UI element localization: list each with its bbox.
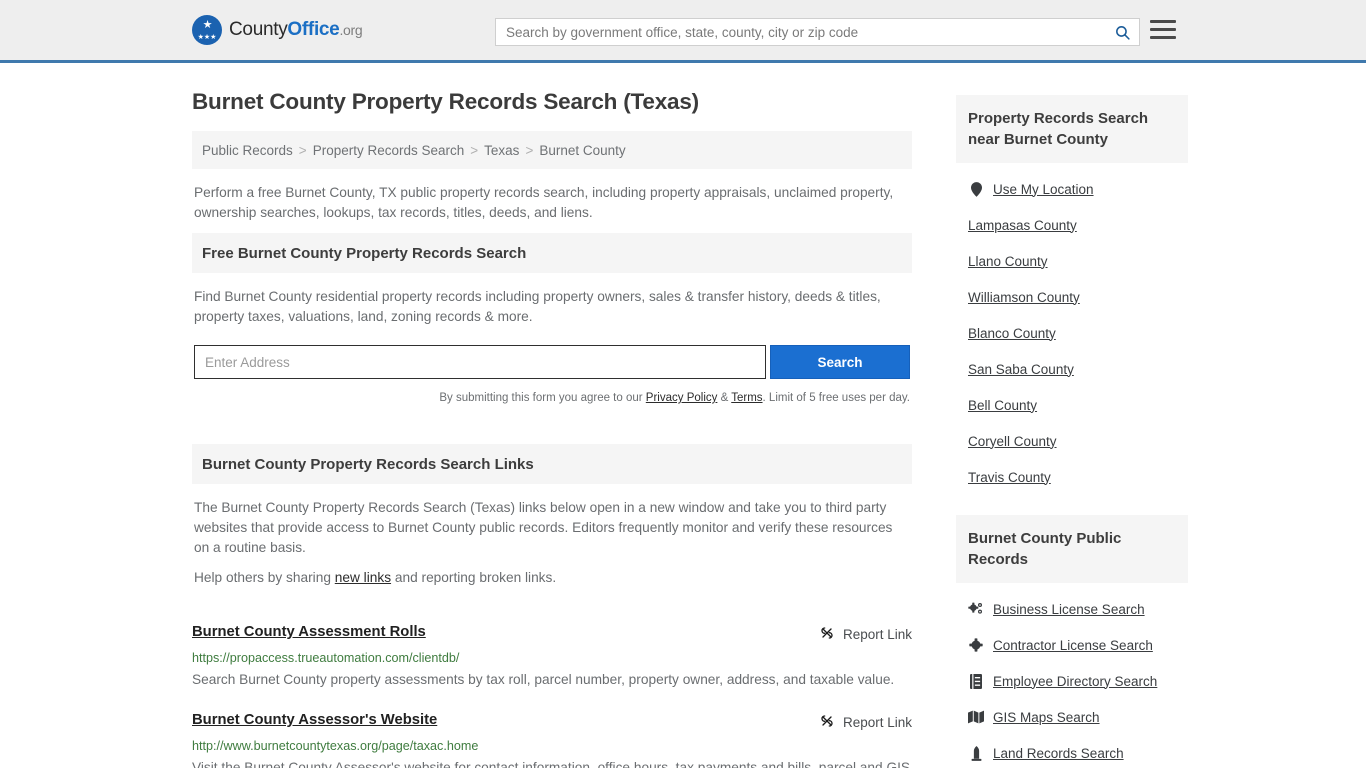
sidebar-link[interactable]: Contractor License Search bbox=[993, 638, 1153, 653]
search-icon[interactable] bbox=[1105, 19, 1139, 45]
global-search-box[interactable] bbox=[495, 18, 1140, 46]
sidebar-nearby-list: Use My Location Lampasas County Llano Co… bbox=[956, 163, 1188, 495]
result-item: Burnet County Assessor's Website Report … bbox=[192, 710, 912, 768]
cogs-icon bbox=[968, 602, 984, 616]
sidebar-link[interactable]: San Saba County bbox=[968, 362, 1074, 377]
sidebar-public-records-heading: Burnet County Public Records bbox=[956, 515, 1188, 583]
terms-link[interactable]: Terms bbox=[731, 392, 762, 404]
sidebar-link[interactable]: Land Records Search bbox=[993, 746, 1124, 761]
unlink-icon bbox=[819, 625, 835, 644]
free-search-description: Find Burnet County residential property … bbox=[194, 289, 881, 324]
help-prefix: Help others by sharing bbox=[194, 570, 335, 585]
sidebar-item-lampasas-county[interactable]: Lampasas County bbox=[968, 207, 1188, 243]
privacy-policy-link[interactable]: Privacy Policy bbox=[646, 392, 718, 404]
result-url[interactable]: http://www.burnetcountytexas.org/page/ta… bbox=[192, 739, 912, 753]
sidebar-link[interactable]: Blanco County bbox=[968, 326, 1056, 341]
sidebar-link[interactable]: Use My Location bbox=[993, 182, 1094, 197]
breadcrumb-separator: > bbox=[470, 142, 479, 158]
eagle-emblem-icon: ★ ★★★ bbox=[192, 15, 222, 45]
sidebar-item-business-license-search[interactable]: Business License Search bbox=[968, 591, 1188, 627]
search-input[interactable] bbox=[496, 19, 1105, 45]
disclaimer-suffix: . Limit of 5 free uses per day. bbox=[762, 392, 910, 404]
map-pin-icon bbox=[968, 181, 984, 197]
page-title: Burnet County Property Records Search (T… bbox=[192, 89, 699, 114]
links-section-paragraph: The Burnet County Property Records Searc… bbox=[194, 500, 893, 555]
logo-text-part1: County bbox=[229, 19, 288, 40]
report-link-button[interactable]: Report Link bbox=[819, 712, 912, 732]
page-body: Burnet County Property Records Search (T… bbox=[0, 63, 1366, 768]
sidebar-item-blanco-county[interactable]: Blanco County bbox=[968, 315, 1188, 351]
free-search-heading: Free Burnet County Property Records Sear… bbox=[192, 233, 912, 273]
breadcrumb-separator: > bbox=[525, 142, 534, 158]
breadcrumb: Public Records > Property Records Search… bbox=[192, 131, 912, 169]
map-icon bbox=[968, 710, 984, 724]
sidebar-link[interactable]: Coryell County bbox=[968, 434, 1057, 449]
disclaimer-amp: & bbox=[717, 392, 732, 404]
breadcrumb-item-texas[interactable]: Texas bbox=[484, 143, 519, 158]
breadcrumb-item-property-records-search[interactable]: Property Records Search bbox=[313, 143, 465, 158]
main-content: Burnet County Property Records Search (T… bbox=[192, 63, 912, 768]
logo-text-part3: .org bbox=[339, 22, 363, 38]
sidebar-item-use-my-location[interactable]: Use My Location bbox=[968, 171, 1188, 207]
sidebar-link[interactable]: Travis County bbox=[968, 470, 1051, 485]
sidebar-link[interactable]: GIS Maps Search bbox=[993, 710, 1100, 725]
sidebar-item-land-records-search[interactable]: Land Records Search bbox=[968, 735, 1188, 768]
result-title-link[interactable]: Burnet County Assessor's Website bbox=[192, 712, 437, 728]
logo-text-part2: Office bbox=[287, 19, 340, 40]
sidebar-item-llano-county[interactable]: Llano County bbox=[968, 243, 1188, 279]
sidebar-item-coryell-county[interactable]: Coryell County bbox=[968, 423, 1188, 459]
sidebar-item-bell-county[interactable]: Bell County bbox=[968, 387, 1188, 423]
breadcrumb-item-public-records[interactable]: Public Records bbox=[202, 143, 293, 158]
sidebar-item-williamson-county[interactable]: Williamson County bbox=[968, 279, 1188, 315]
sidebar-item-travis-county[interactable]: Travis County bbox=[968, 459, 1188, 495]
disclaimer-prefix: By submitting this form you agree to our bbox=[439, 392, 646, 404]
site-logo[interactable]: ★ ★★★ CountyOffice.org bbox=[192, 15, 363, 45]
form-disclaimer: By submitting this form you agree to our… bbox=[194, 388, 910, 408]
breadcrumb-separator: > bbox=[298, 142, 307, 158]
address-input[interactable] bbox=[194, 345, 766, 379]
links-section-help: Help others by sharing new links and rep… bbox=[194, 568, 910, 588]
address-search-form: Search bbox=[194, 345, 910, 379]
result-item: Burnet County Assessment Rolls Report Li… bbox=[192, 622, 912, 692]
sidebar-link[interactable]: Bell County bbox=[968, 398, 1037, 413]
report-link-button[interactable]: Report Link bbox=[819, 624, 912, 644]
free-search-section: Find Burnet County residential property … bbox=[192, 273, 912, 414]
unlink-icon bbox=[819, 713, 835, 732]
sidebar-link[interactable]: Business License Search bbox=[993, 602, 1145, 617]
sidebar-link[interactable]: Employee Directory Search bbox=[993, 674, 1157, 689]
sidebar-nearby-heading: Property Records Search near Burnet Coun… bbox=[956, 95, 1188, 163]
links-section-body: The Burnet County Property Records Searc… bbox=[192, 484, 912, 604]
monument-icon bbox=[968, 745, 984, 761]
report-link-label: Report Link bbox=[842, 627, 912, 642]
sidebar-link[interactable]: Williamson County bbox=[968, 290, 1080, 305]
result-url[interactable]: https://propaccess.trueautomation.com/cl… bbox=[192, 651, 912, 665]
sidebar-link[interactable]: Llano County bbox=[968, 254, 1048, 269]
result-description: Visit the Burnet County Assessor's websi… bbox=[192, 760, 911, 768]
search-button[interactable]: Search bbox=[770, 345, 910, 379]
report-link-label: Report Link bbox=[842, 715, 912, 730]
new-links-link[interactable]: new links bbox=[335, 570, 391, 585]
result-title-link[interactable]: Burnet County Assessment Rolls bbox=[192, 624, 426, 640]
links-section-heading: Burnet County Property Records Search Li… bbox=[192, 444, 912, 484]
logo-text: CountyOffice.org bbox=[229, 19, 363, 41]
help-suffix: and reporting broken links. bbox=[391, 570, 557, 585]
sidebar-item-contractor-license-search[interactable]: Contractor License Search bbox=[968, 627, 1188, 663]
sidebar: Property Records Search near Burnet Coun… bbox=[956, 63, 1188, 768]
result-description: Search Burnet County property assessment… bbox=[192, 672, 895, 687]
sidebar-link[interactable]: Lampasas County bbox=[968, 218, 1077, 233]
page-intro-text: Perform a free Burnet County, TX public … bbox=[194, 185, 894, 220]
id-card-icon bbox=[968, 673, 984, 689]
sidebar-public-records-list: Business License Search Contractor Licen… bbox=[956, 583, 1188, 768]
cog-icon bbox=[968, 638, 984, 652]
hamburger-menu-icon[interactable] bbox=[1150, 20, 1176, 39]
sidebar-item-gis-maps-search[interactable]: GIS Maps Search bbox=[968, 699, 1188, 735]
site-header: ★ ★★★ CountyOffice.org bbox=[0, 0, 1366, 63]
breadcrumb-item-burnet-county[interactable]: Burnet County bbox=[539, 143, 625, 158]
sidebar-item-san-saba-county[interactable]: San Saba County bbox=[968, 351, 1188, 387]
sidebar-item-employee-directory-search[interactable]: Employee Directory Search bbox=[968, 663, 1188, 699]
